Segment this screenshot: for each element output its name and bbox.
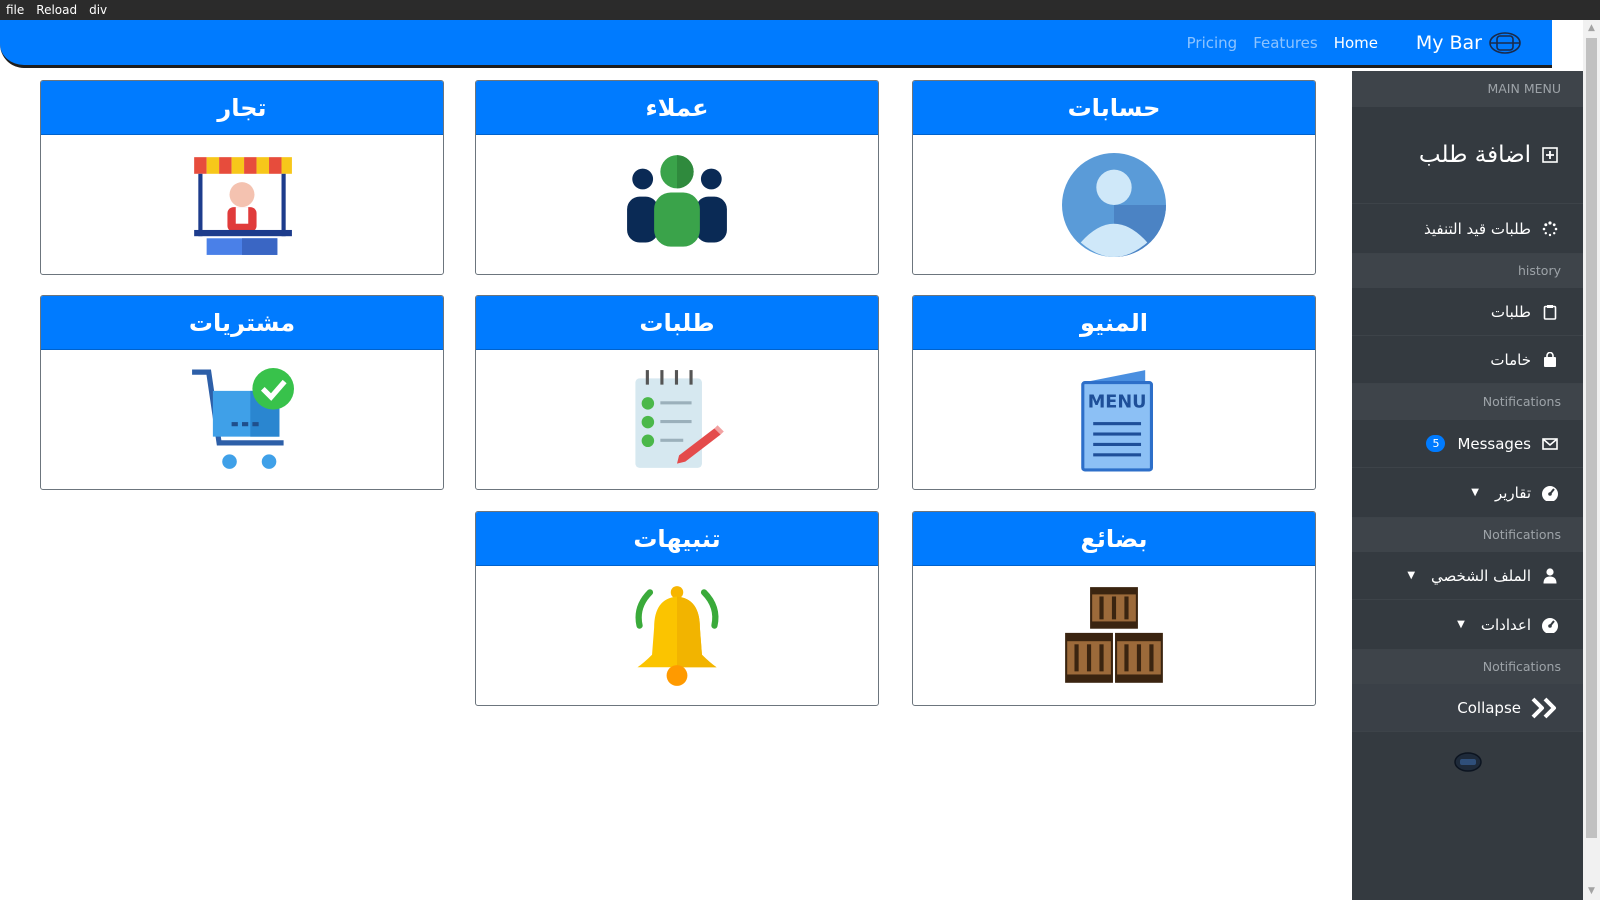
checklist-icon xyxy=(635,370,724,468)
sidebar-item-orders[interactable]: طلبات xyxy=(1352,288,1583,336)
menu-file[interactable]: file xyxy=(6,3,24,17)
card-title: بضائع xyxy=(913,512,1315,566)
sidebar-item-add-order[interactable]: اضافة طلب xyxy=(1352,107,1583,204)
card-title: طلبات xyxy=(476,296,878,350)
sidebar-item-reports[interactable]: تقارير ▼ xyxy=(1352,468,1583,518)
sidebar-collapse-button[interactable]: Collapse xyxy=(1352,684,1583,732)
clipboard-icon xyxy=(1541,303,1559,321)
svg-text:MENU: MENU xyxy=(1088,393,1147,413)
sidebar-item-settings[interactable]: اعدادات ▼ xyxy=(1352,600,1583,650)
sidebar-item-label: اضافة طلب xyxy=(1418,142,1531,168)
card-title: حسابات xyxy=(913,81,1315,135)
sidebar-item-label: خامات xyxy=(1490,350,1531,369)
sidebar: MAIN MENU اضافة طلب طلبات قيد التنفيذ hi… xyxy=(1352,71,1583,900)
nav-link-features[interactable]: Features xyxy=(1253,34,1318,52)
dashboard-gauge-icon xyxy=(1541,484,1559,502)
sidebar-item-label: تقارير xyxy=(1494,483,1531,502)
sidebar-item-messages[interactable]: Messages 5 xyxy=(1352,420,1583,468)
bell-icon xyxy=(635,586,719,686)
brand-logo-icon xyxy=(1489,32,1521,54)
spinner-icon xyxy=(1541,220,1559,238)
sidebar-item-pending-orders[interactable]: طلبات قيد التنفيذ xyxy=(1352,204,1583,254)
card-customers[interactable]: عملاء xyxy=(475,80,879,275)
scroll-thumb[interactable] xyxy=(1586,38,1597,838)
cart-check-icon xyxy=(192,368,294,469)
top-navbar: Pricing Features Home My Bar xyxy=(0,20,1552,68)
sidebar-item-label: Collapse xyxy=(1457,698,1521,717)
sidebar-item-label: طلبات قيد التنفيذ xyxy=(1423,219,1531,238)
sidebar-item-profile[interactable]: الملف الشخصي ▼ xyxy=(1352,552,1583,600)
sidebar-item-materials[interactable]: خامات xyxy=(1352,336,1583,384)
sidebar-heading-main-menu: MAIN MENU xyxy=(1352,71,1583,107)
double-chevron-right-icon xyxy=(1531,697,1559,718)
nav-link-home[interactable]: Home xyxy=(1334,34,1378,52)
chevron-down-icon: ▼ xyxy=(1471,487,1479,498)
sidebar-item-label: طلبات xyxy=(1490,302,1531,321)
card-alerts[interactable]: تنبيهات xyxy=(475,511,879,706)
card-orders[interactable]: طلبات xyxy=(475,295,879,490)
card-title: مشتريات xyxy=(41,296,443,350)
sidebar-item-label: Messages xyxy=(1457,434,1531,453)
chevron-down-icon: ▼ xyxy=(1457,619,1465,630)
window-menu-bar: file Reload div xyxy=(0,0,1600,20)
chevron-down-icon: ▼ xyxy=(1407,570,1416,581)
sidebar-heading-notifications: Notifications xyxy=(1352,384,1583,420)
card-purchases[interactable]: مشتريات xyxy=(40,295,444,490)
envelope-icon xyxy=(1541,435,1559,453)
menu-div[interactable]: div xyxy=(89,3,107,17)
nav-links: Pricing Features Home xyxy=(1187,34,1378,52)
sidebar-item-label: الملف الشخصي xyxy=(1431,566,1531,585)
card-accounts[interactable]: حسابات xyxy=(912,80,1316,275)
crates-icon xyxy=(1065,587,1163,683)
messages-count-badge: 5 xyxy=(1426,435,1446,452)
logo-badge-icon xyxy=(1453,752,1482,772)
scroll-up-icon[interactable]: ▲ xyxy=(1583,20,1600,37)
menu-book-icon: MENU xyxy=(1081,370,1153,472)
card-menu[interactable]: المنيو MENU xyxy=(912,295,1316,490)
sidebar-heading-notifications: Notifications xyxy=(1352,518,1583,552)
customers-group-icon xyxy=(627,155,727,247)
user-avatar-icon xyxy=(1062,153,1166,257)
menu-reload[interactable]: Reload xyxy=(36,3,77,17)
sidebar-logo xyxy=(1352,732,1583,792)
user-icon xyxy=(1541,567,1559,585)
card-goods[interactable]: بضائع xyxy=(912,511,1316,706)
sidebar-heading-notifications: Notifications xyxy=(1352,650,1583,684)
sidebar-item-label: اعدادات xyxy=(1480,615,1531,634)
scroll-down-icon[interactable]: ▼ xyxy=(1583,883,1600,900)
sidebar-heading-history: history xyxy=(1352,254,1583,288)
shopping-bag-icon xyxy=(1541,351,1559,369)
brand[interactable]: My Bar xyxy=(1416,30,1522,56)
market-stall-icon xyxy=(194,157,292,255)
card-merchants[interactable]: تجار xyxy=(40,80,444,275)
card-title: تجار xyxy=(41,81,443,135)
card-title: المنيو xyxy=(913,296,1315,350)
page-scrollbar[interactable]: ▲ ▼ xyxy=(1583,20,1600,900)
nav-link-pricing[interactable]: Pricing xyxy=(1187,34,1238,52)
dashboard-gauge-icon xyxy=(1541,616,1559,634)
card-title: تنبيهات xyxy=(476,512,878,566)
plus-square-icon xyxy=(1541,146,1559,164)
brand-name: My Bar xyxy=(1415,32,1482,54)
card-title: عملاء xyxy=(476,81,878,135)
